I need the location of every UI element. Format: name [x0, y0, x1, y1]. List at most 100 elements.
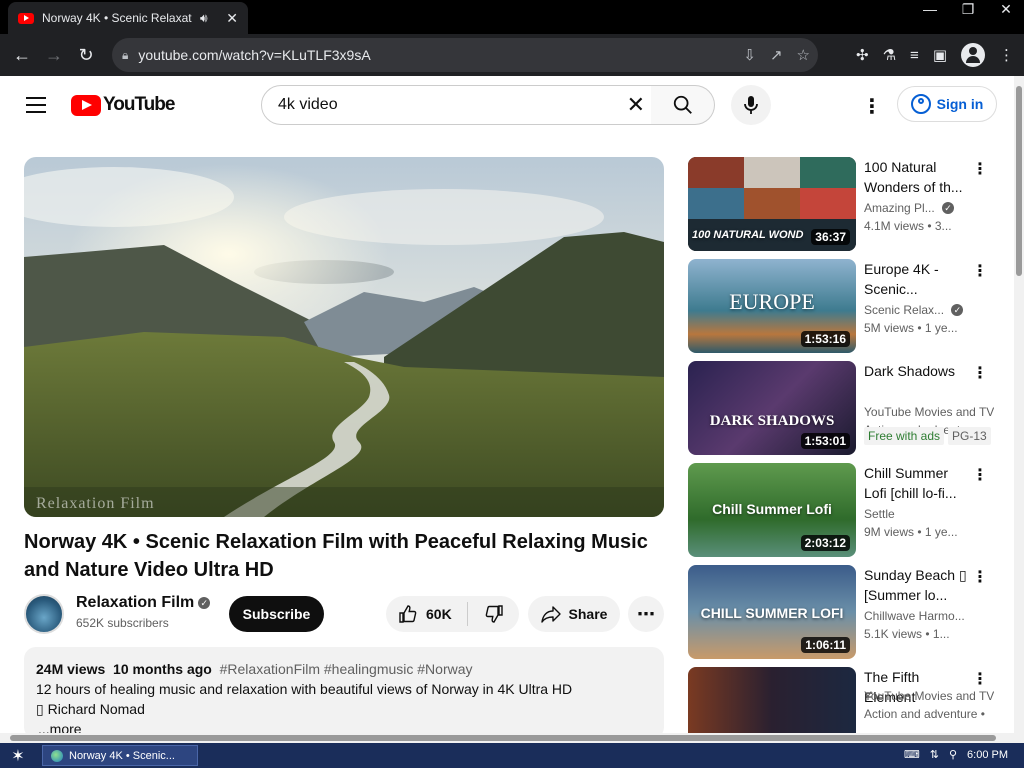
related-channel[interactable]: YouTube Movies and TV	[864, 689, 994, 703]
verified-check-icon: ✓	[942, 202, 955, 214]
search-input[interactable]: 4k video ✕	[261, 85, 652, 125]
youtube-favicon-icon	[18, 12, 34, 24]
verified-check-icon: ✓	[198, 597, 211, 609]
minimize-icon[interactable]: —	[920, 1, 940, 17]
clear-search-icon[interactable]: ✕	[627, 92, 645, 118]
taskbar-window-button[interactable]: Norway 4K • Scenic...	[42, 745, 198, 766]
reload-icon[interactable]: ↻	[70, 45, 102, 66]
like-button[interactable]: 60K	[386, 602, 468, 626]
network-icon[interactable]: ⇅	[930, 748, 939, 761]
video-options-icon[interactable]: ⋮	[972, 465, 988, 485]
video-options-icon[interactable]: ⋮	[972, 567, 988, 587]
clock[interactable]: 6:00 PM	[967, 749, 1008, 761]
related-channel[interactable]: Chillwave Harmo...	[864, 609, 994, 623]
settings-more-icon[interactable]: ⋮	[862, 94, 882, 119]
related-video-item[interactable]: The Fifth Element ⋮ YouTube Movies and T…	[688, 667, 1008, 733]
video-options-icon[interactable]: ⋮	[972, 363, 988, 383]
related-video-item[interactable]: EUROPE 1:53:16 Europe 4K - Scenic... ⋮ S…	[688, 259, 1008, 353]
video-thumbnail[interactable]	[688, 667, 856, 733]
browser-tab[interactable]: Norway 4K • Scenic Relaxation 🔊︎ ✕	[8, 2, 248, 34]
video-thumbnail[interactable]: 100 NATURAL WOND 36:37	[688, 157, 856, 251]
related-video-item[interactable]: DARK SHADOWS 1:53:01 Dark Shadows ⋮ YouT…	[688, 361, 1008, 455]
media-queue-icon[interactable]: ≡	[910, 47, 919, 64]
sign-in-label: Sign in	[936, 96, 984, 112]
related-channel[interactable]: Amazing Pl... ✓	[864, 201, 994, 215]
related-meta: 4.1M views • 3...	[864, 219, 952, 233]
related-video-item[interactable]: Chill Summer Lofi 2:03:12 Chill Summer L…	[688, 463, 1008, 557]
close-tab-icon[interactable]: ✕	[226, 10, 238, 27]
labs-flask-icon[interactable]: ⚗	[883, 46, 896, 64]
channel-name[interactable]: Relaxation Film ✓	[76, 594, 211, 612]
youtube-logo[interactable]: YouTube	[71, 94, 175, 116]
thumbnail-caption: CHILL SUMMER LOFI	[700, 605, 844, 621]
keyboard-icon[interactable]: ⌨	[904, 748, 920, 761]
badge-row: Free with ads PG-13	[864, 427, 991, 445]
search-button[interactable]	[651, 85, 715, 125]
forward-arrow-icon[interactable]: →	[38, 45, 70, 66]
share-page-icon[interactable]: ↗	[770, 46, 783, 64]
window-controls: — ❐ ✕	[920, 0, 1016, 18]
related-title[interactable]: Europe 4K - Scenic...	[864, 259, 974, 299]
vertical-scrollbar[interactable]	[1014, 76, 1024, 738]
voice-search-button[interactable]	[731, 85, 771, 125]
related-channel[interactable]: Settle	[864, 507, 994, 521]
related-video-item[interactable]: 100 NATURAL WOND 36:37 100 Natural Wonde…	[688, 157, 1008, 251]
horizontal-scrollbar[interactable]	[0, 733, 1024, 743]
channel-name-text: Relaxation Film	[76, 594, 195, 611]
lock-icon[interactable]: 🔒︎	[122, 48, 128, 63]
browser-globe-icon	[51, 749, 63, 762]
share-label: Share	[568, 606, 608, 622]
video-frame	[24, 157, 664, 517]
youtube-play-logo-icon	[71, 94, 101, 116]
channel-avatar[interactable]	[24, 594, 64, 634]
scrollbar-thumb[interactable]	[10, 735, 996, 741]
video-watermark: Relaxation Film	[36, 495, 155, 512]
menu-hamburger-icon[interactable]	[26, 97, 46, 113]
speaker-icon[interactable]: 🔊︎	[200, 11, 208, 26]
video-options-icon[interactable]: ⋮	[972, 159, 988, 179]
related-title[interactable]: Dark Shadows	[864, 361, 974, 381]
related-title[interactable]: Sunday Beach ▯ [Summer lo...	[864, 565, 974, 605]
video-thumbnail[interactable]: DARK SHADOWS 1:53:01	[688, 361, 856, 455]
related-title[interactable]: Chill Summer Lofi [chill lo-fi...	[864, 463, 974, 503]
rating-badge: PG-13	[948, 427, 991, 445]
subscribe-button[interactable]: Subscribe	[229, 596, 324, 632]
related-channel[interactable]: Scenic Relax... ✓	[864, 303, 994, 317]
extensions-puzzle-icon[interactable]: ✣	[856, 46, 869, 64]
video-options-icon[interactable]: ⋮	[972, 669, 988, 689]
share-button[interactable]: Share	[528, 596, 620, 632]
video-duration: 1:53:16	[800, 331, 850, 347]
video-player[interactable]: Relaxation Film	[24, 157, 664, 517]
description-line: 12 hours of healing music and relaxation…	[36, 681, 573, 697]
search-tray-icon[interactable]: ⚲	[949, 748, 957, 761]
free-with-ads-badge: Free with ads	[864, 427, 945, 445]
start-menu-icon[interactable]: ✶	[0, 746, 36, 766]
video-options-icon[interactable]: ⋮	[972, 261, 988, 281]
video-title: Norway 4K • Scenic Relaxation Film with …	[24, 531, 648, 581]
video-thumbnail[interactable]: CHILL SUMMER LOFI 1:06:11	[688, 565, 856, 659]
side-panel-icon[interactable]: ▣	[933, 46, 947, 64]
taskbar-window-label: Norway 4K • Scenic...	[69, 749, 175, 762]
close-window-icon[interactable]: ✕	[996, 1, 1016, 18]
related-video-item[interactable]: CHILL SUMMER LOFI 1:06:11 Sunday Beach ▯…	[688, 565, 1008, 659]
profile-avatar-icon[interactable]	[961, 43, 985, 67]
dislike-button[interactable]	[468, 604, 519, 624]
chrome-menu-icon[interactable]: ⋮	[999, 46, 1014, 64]
restore-icon[interactable]: ❐	[958, 1, 978, 18]
bookmark-star-icon[interactable]: ☆	[797, 46, 810, 64]
related-channel[interactable]: YouTube Movies and TV	[864, 405, 994, 419]
related-meta: Action and adventure •	[864, 707, 985, 721]
description-box[interactable]: 24M views 10 months ago #RelaxationFilm …	[24, 647, 664, 739]
related-meta: 9M views • 1 ye...	[864, 525, 958, 539]
more-actions-icon[interactable]: ⋯	[628, 596, 664, 632]
install-app-icon[interactable]: ⇩	[743, 46, 756, 64]
video-thumbnail[interactable]: EUROPE 1:53:16	[688, 259, 856, 353]
sign-in-button[interactable]: Sign in	[897, 86, 997, 122]
scrollbar-thumb[interactable]	[1016, 86, 1022, 276]
back-arrow-icon[interactable]: ←	[6, 45, 38, 66]
address-bar[interactable]: 🔒︎ youtube.com/watch?v=KLuTLF3x9sA ⇩ ↗ ☆	[112, 38, 818, 72]
related-title[interactable]: 100 Natural Wonders of th...	[864, 157, 974, 197]
video-thumbnail[interactable]: Chill Summer Lofi 2:03:12	[688, 463, 856, 557]
hashtags[interactable]: #RelaxationFilm #healingmusic #Norway	[220, 661, 473, 677]
thumbs-up-icon	[399, 605, 417, 623]
